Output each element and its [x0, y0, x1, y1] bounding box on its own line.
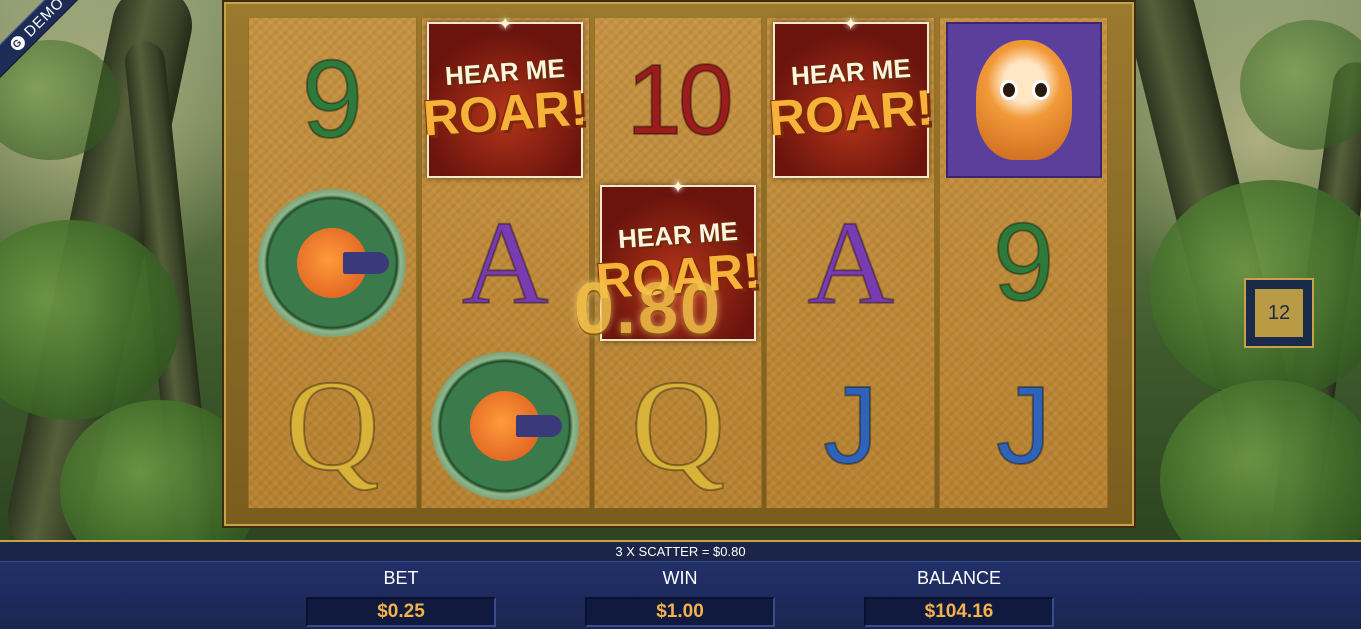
win-message-bar: 3 X SCATTER = $0.80 [0, 540, 1361, 562]
card-symbol: 9 [301, 37, 364, 161]
win-amount-overlay: 0.80 [573, 269, 723, 349]
card-symbol: J [822, 363, 879, 487]
provider-logo-icon: G [7, 33, 28, 54]
card-symbol: Q [630, 353, 726, 498]
free-spins-counter: 12 [1244, 278, 1314, 348]
card-symbol: A [461, 195, 550, 329]
reel-cell: Q [595, 344, 762, 507]
reel-cell [249, 181, 416, 344]
reel-cell: A [767, 181, 934, 344]
bet-value: $0.25 [306, 597, 496, 627]
reel-grid: 9 Q ✦ HEAR ME ROAR! A 10 ✦ HEAR ME ROAR! Q ✦ HEAR ME… [248, 14, 1108, 508]
reel-cell: 10 [595, 18, 762, 181]
sparkle-icon: ✦ [843, 13, 859, 34]
free-spins-count: 12 [1253, 287, 1305, 339]
reel-cell [422, 344, 589, 507]
bird-symbol-icon [258, 188, 407, 337]
stats-bar: BET $0.25 WIN $1.00 BALANCE $104.16 [0, 562, 1361, 629]
win-label: WIN [662, 568, 698, 588]
bet-display[interactable]: BET $0.25 [306, 568, 496, 627]
reel-cell: ✦ HEAR ME ROAR! [767, 14, 934, 181]
balance-value: $104.16 [864, 597, 1054, 627]
reel-cell [940, 18, 1107, 181]
card-symbol: 10 [625, 43, 734, 156]
card-symbol: A [806, 195, 895, 329]
reel-2: ✦ HEAR ME ROAR! A [420, 14, 590, 508]
reel-cell: 9 [249, 18, 416, 181]
scatter-symbol-icon: ✦ HEAR ME ROAR! [767, 14, 934, 178]
reel-5: 9J [939, 18, 1108, 508]
reel-3: 10 ✦ HEAR ME ROAR! Q [593, 18, 763, 508]
scatter-text-bottom: ROAR! [767, 79, 935, 147]
reel-4: ✦ HEAR ME ROAR! A J [766, 14, 936, 508]
reel-1: 9Q [248, 18, 417, 508]
reel-cell: J [767, 344, 934, 507]
reel-cell: ✦ HEAR ME ROAR! [421, 14, 589, 181]
scatter-text-bottom: ROAR! [421, 79, 589, 147]
bet-label: BET [383, 568, 419, 588]
win-display: WIN $1.00 [585, 568, 775, 627]
reel-cell: Q [249, 344, 416, 507]
reel-cell: J [940, 344, 1107, 507]
card-symbol: Q [284, 353, 380, 498]
card-symbol: J [995, 363, 1052, 487]
bird-symbol-icon [431, 351, 580, 500]
tiger-cub-icon [945, 21, 1102, 178]
sparkle-icon: ✦ [497, 13, 513, 34]
card-symbol: 9 [992, 200, 1055, 324]
reel-cell: 9 [940, 181, 1107, 344]
sparkle-icon: ✦ [670, 176, 686, 197]
balance-label: BALANCE [916, 568, 1002, 588]
balance-display: BALANCE $104.16 [864, 568, 1054, 627]
win-value: $1.00 [585, 597, 775, 627]
scatter-symbol-icon: ✦ HEAR ME ROAR! [421, 14, 589, 178]
